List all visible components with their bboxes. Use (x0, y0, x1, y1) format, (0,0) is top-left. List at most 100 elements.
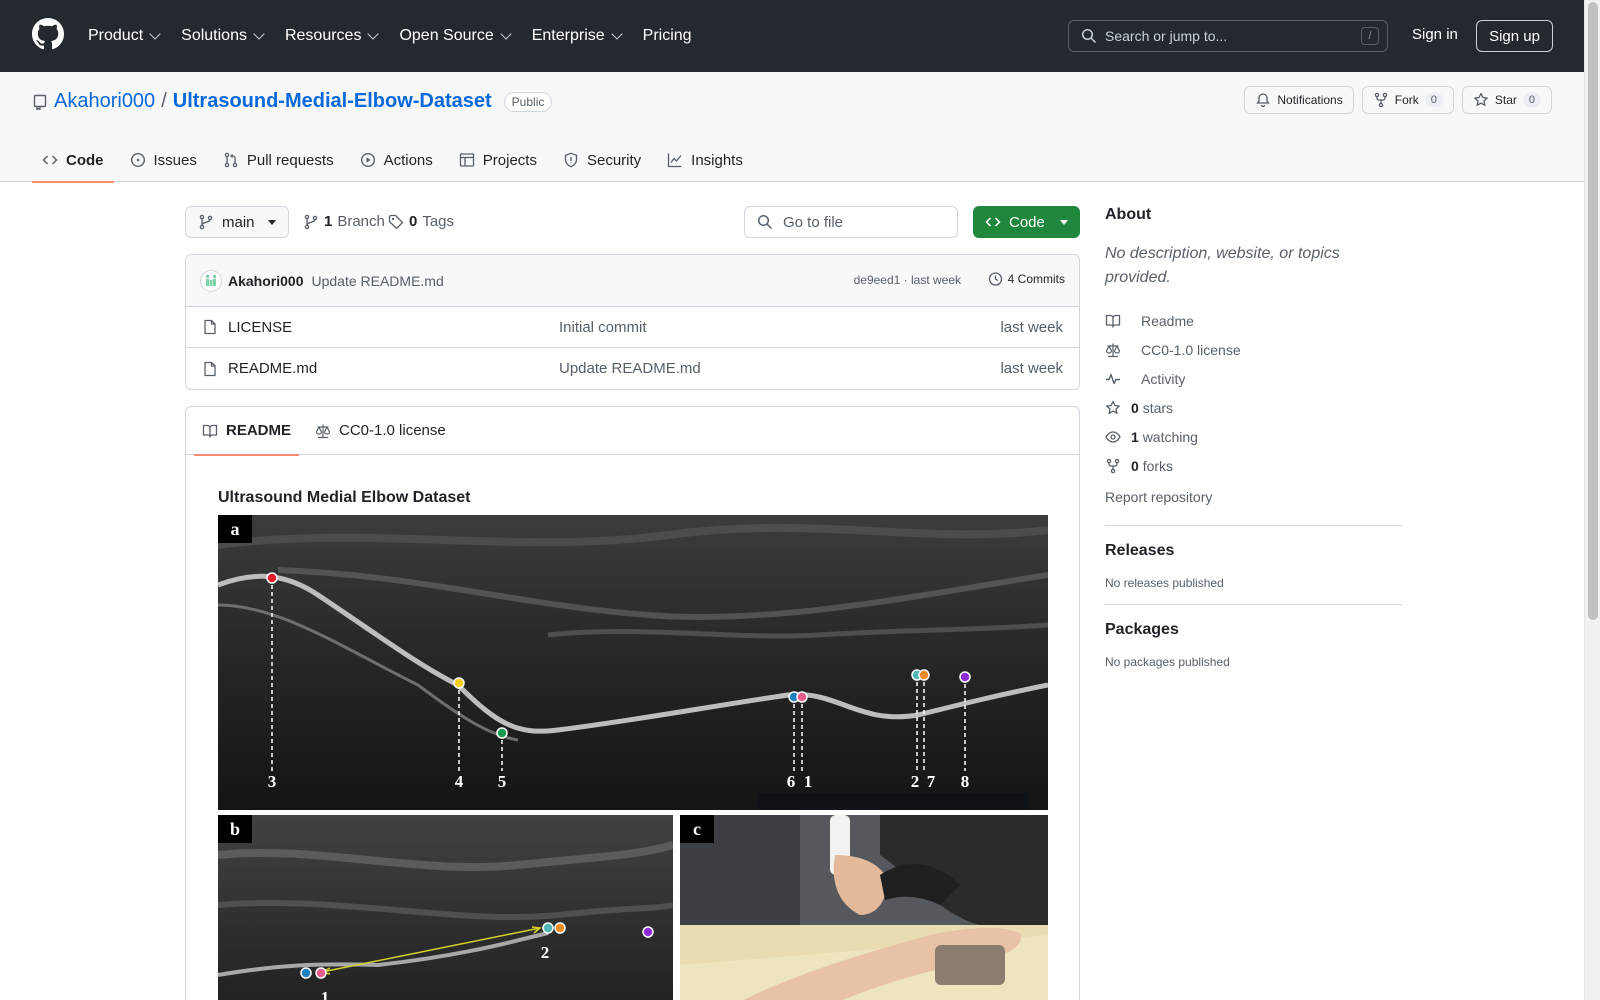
notifications-button[interactable]: Notifications (1244, 86, 1354, 114)
file-commit-time: last week (1000, 360, 1063, 377)
readme-tabs: README CC0-1.0 license (186, 407, 1079, 456)
tab-code[interactable]: Code (32, 138, 114, 183)
packages-note: No packages published (1105, 655, 1230, 669)
notifications-label: Notifications (1277, 93, 1343, 107)
branch-count: 1 (324, 213, 333, 230)
readme-figure: 3 4 5 6 1 2 7 8 a 2 1 b c (218, 515, 1048, 1000)
page-scrollbar[interactable] (1584, 0, 1600, 1000)
branch-label: Branch (337, 213, 385, 230)
play-icon (360, 152, 376, 168)
nav-pricing[interactable]: Pricing (643, 27, 692, 45)
readme-panel: README CC0-1.0 license Ultrasound Medial… (185, 406, 1080, 1000)
forks-link[interactable]: 0 forks (1105, 451, 1402, 480)
sign-up-button[interactable]: Sign up (1476, 20, 1553, 52)
landmark-label: 5 (498, 772, 507, 791)
repo-tabs: Code Issues Pull requests Actions Projec… (32, 138, 753, 183)
releases-note: No releases published (1105, 576, 1224, 590)
branches-link[interactable]: 1 Branch (303, 213, 385, 230)
code-dropdown-button[interactable]: Code (973, 206, 1080, 238)
go-to-file-placeholder: Go to file (783, 213, 844, 231)
search-shortcut-hint: / (1361, 27, 1379, 45)
go-to-file-input[interactable]: Go to file (744, 206, 958, 238)
search-icon (1081, 28, 1097, 44)
ultrasound-panel-b: 2 1 b (218, 815, 673, 1000)
table-row[interactable]: README.md Update README.md last week (186, 348, 1079, 389)
github-logo-icon[interactable] (32, 18, 64, 50)
tab-actions[interactable]: Actions (350, 138, 443, 182)
branch-icon (198, 214, 214, 230)
top-nav: Product Solutions Resources Open Source … (88, 0, 692, 72)
file-commit-message[interactable]: Update README.md (559, 360, 701, 377)
tags-link[interactable]: 0 Tags (388, 213, 454, 230)
tab-license[interactable]: CC0-1.0 license (307, 407, 454, 455)
pull-request-icon (223, 152, 239, 168)
scrollbar-thumb[interactable] (1588, 2, 1598, 620)
nav-solutions[interactable]: Solutions (181, 27, 265, 45)
nav-enterprise[interactable]: Enterprise (532, 27, 623, 45)
commit-message-link[interactable]: Update README.md (311, 273, 443, 289)
releases-heading[interactable]: Releases (1105, 542, 1402, 560)
landmark-label: 3 (268, 772, 277, 791)
table-row[interactable]: LICENSE Initial commit last week (186, 307, 1079, 348)
tab-actions-label: Actions (383, 151, 433, 169)
branch-select-button[interactable]: main (185, 206, 289, 238)
stars-value: 0 (1131, 399, 1139, 416)
star-button[interactable]: Star 0 (1461, 86, 1552, 114)
landmark-label: 1 (321, 988, 330, 1000)
nav-product[interactable]: Product (88, 27, 161, 45)
tab-projects[interactable]: Projects (449, 138, 547, 182)
fork-icon (1105, 458, 1121, 474)
nav-pricing-label: Pricing (642, 27, 692, 44)
global-search-input[interactable]: Search or jump to... / (1068, 20, 1388, 52)
repo-path-separator: / (161, 90, 167, 112)
forks-value: 0 (1131, 457, 1139, 474)
landmark-label: 8 (961, 772, 970, 791)
sign-in-link[interactable]: Sign in (1412, 26, 1458, 43)
fork-icon (1373, 92, 1389, 108)
chevron-down-icon (500, 28, 512, 40)
readme-link[interactable]: Readme (1105, 306, 1402, 335)
tab-pull-requests[interactable]: Pull requests (213, 138, 344, 182)
avatar[interactable] (200, 269, 222, 292)
tab-issues-label: Issues (153, 151, 197, 169)
tab-license-label: CC0-1.0 license (339, 422, 446, 439)
tab-insights[interactable]: Insights (657, 138, 753, 182)
activity-link[interactable]: Activity (1105, 364, 1402, 393)
repo-owner-link[interactable]: Akahori000 (54, 90, 155, 113)
tab-security[interactable]: Security (553, 138, 651, 182)
packages-heading[interactable]: Packages (1105, 621, 1402, 639)
nav-open-source-label: Open Source (399, 27, 494, 44)
code-icon (985, 214, 1001, 230)
repo-title: Akahori000 / Ultrasound-Medial-Elbow-Dat… (32, 90, 553, 113)
file-name-link[interactable]: README.md (228, 360, 317, 377)
nav-open-source[interactable]: Open Source (399, 27, 512, 45)
repo-name-link[interactable]: Ultrasound-Medial-Elbow-Dataset (173, 90, 492, 113)
commits-history-link[interactable]: 4 Commits (987, 271, 1065, 287)
panel-label: a (218, 515, 252, 543)
commit-author-link[interactable]: Akahori000 (228, 273, 303, 289)
tab-code-label: Code (66, 151, 104, 169)
tab-issues[interactable]: Issues (120, 138, 207, 182)
ultrasound-image-a: 3 4 5 6 1 2 7 8 (218, 515, 1048, 810)
graph-icon (667, 152, 683, 168)
nav-solutions-label: Solutions (181, 27, 247, 44)
report-repository-link[interactable]: Report repository (1105, 482, 1402, 511)
landmark-label: 6 (787, 772, 796, 791)
file-commit-message[interactable]: Initial commit (559, 319, 647, 336)
nav-resources[interactable]: Resources (285, 27, 380, 45)
issue-icon (130, 152, 146, 168)
repo-main: main 1 Branch 0 Tags Go to file Code Aka… (185, 206, 1080, 1000)
landmark-label: 1 (804, 772, 813, 791)
license-label: CC0-1.0 license (1141, 341, 1241, 358)
commit-hash-time[interactable]: de9eed1 · last week (854, 273, 961, 287)
nav-product-label: Product (88, 27, 144, 44)
fork-button[interactable]: Fork 0 (1361, 86, 1454, 114)
stars-link[interactable]: 0 stars (1105, 393, 1402, 422)
license-link[interactable]: CC0-1.0 license (1105, 335, 1402, 364)
tab-readme[interactable]: README (194, 407, 300, 456)
file-name-link[interactable]: LICENSE (228, 319, 292, 336)
divider (1105, 604, 1402, 605)
watchers-link[interactable]: 1 watching (1105, 422, 1402, 451)
ultrasound-image-b: 2 1 (218, 815, 673, 1000)
repo-icon (32, 94, 48, 110)
